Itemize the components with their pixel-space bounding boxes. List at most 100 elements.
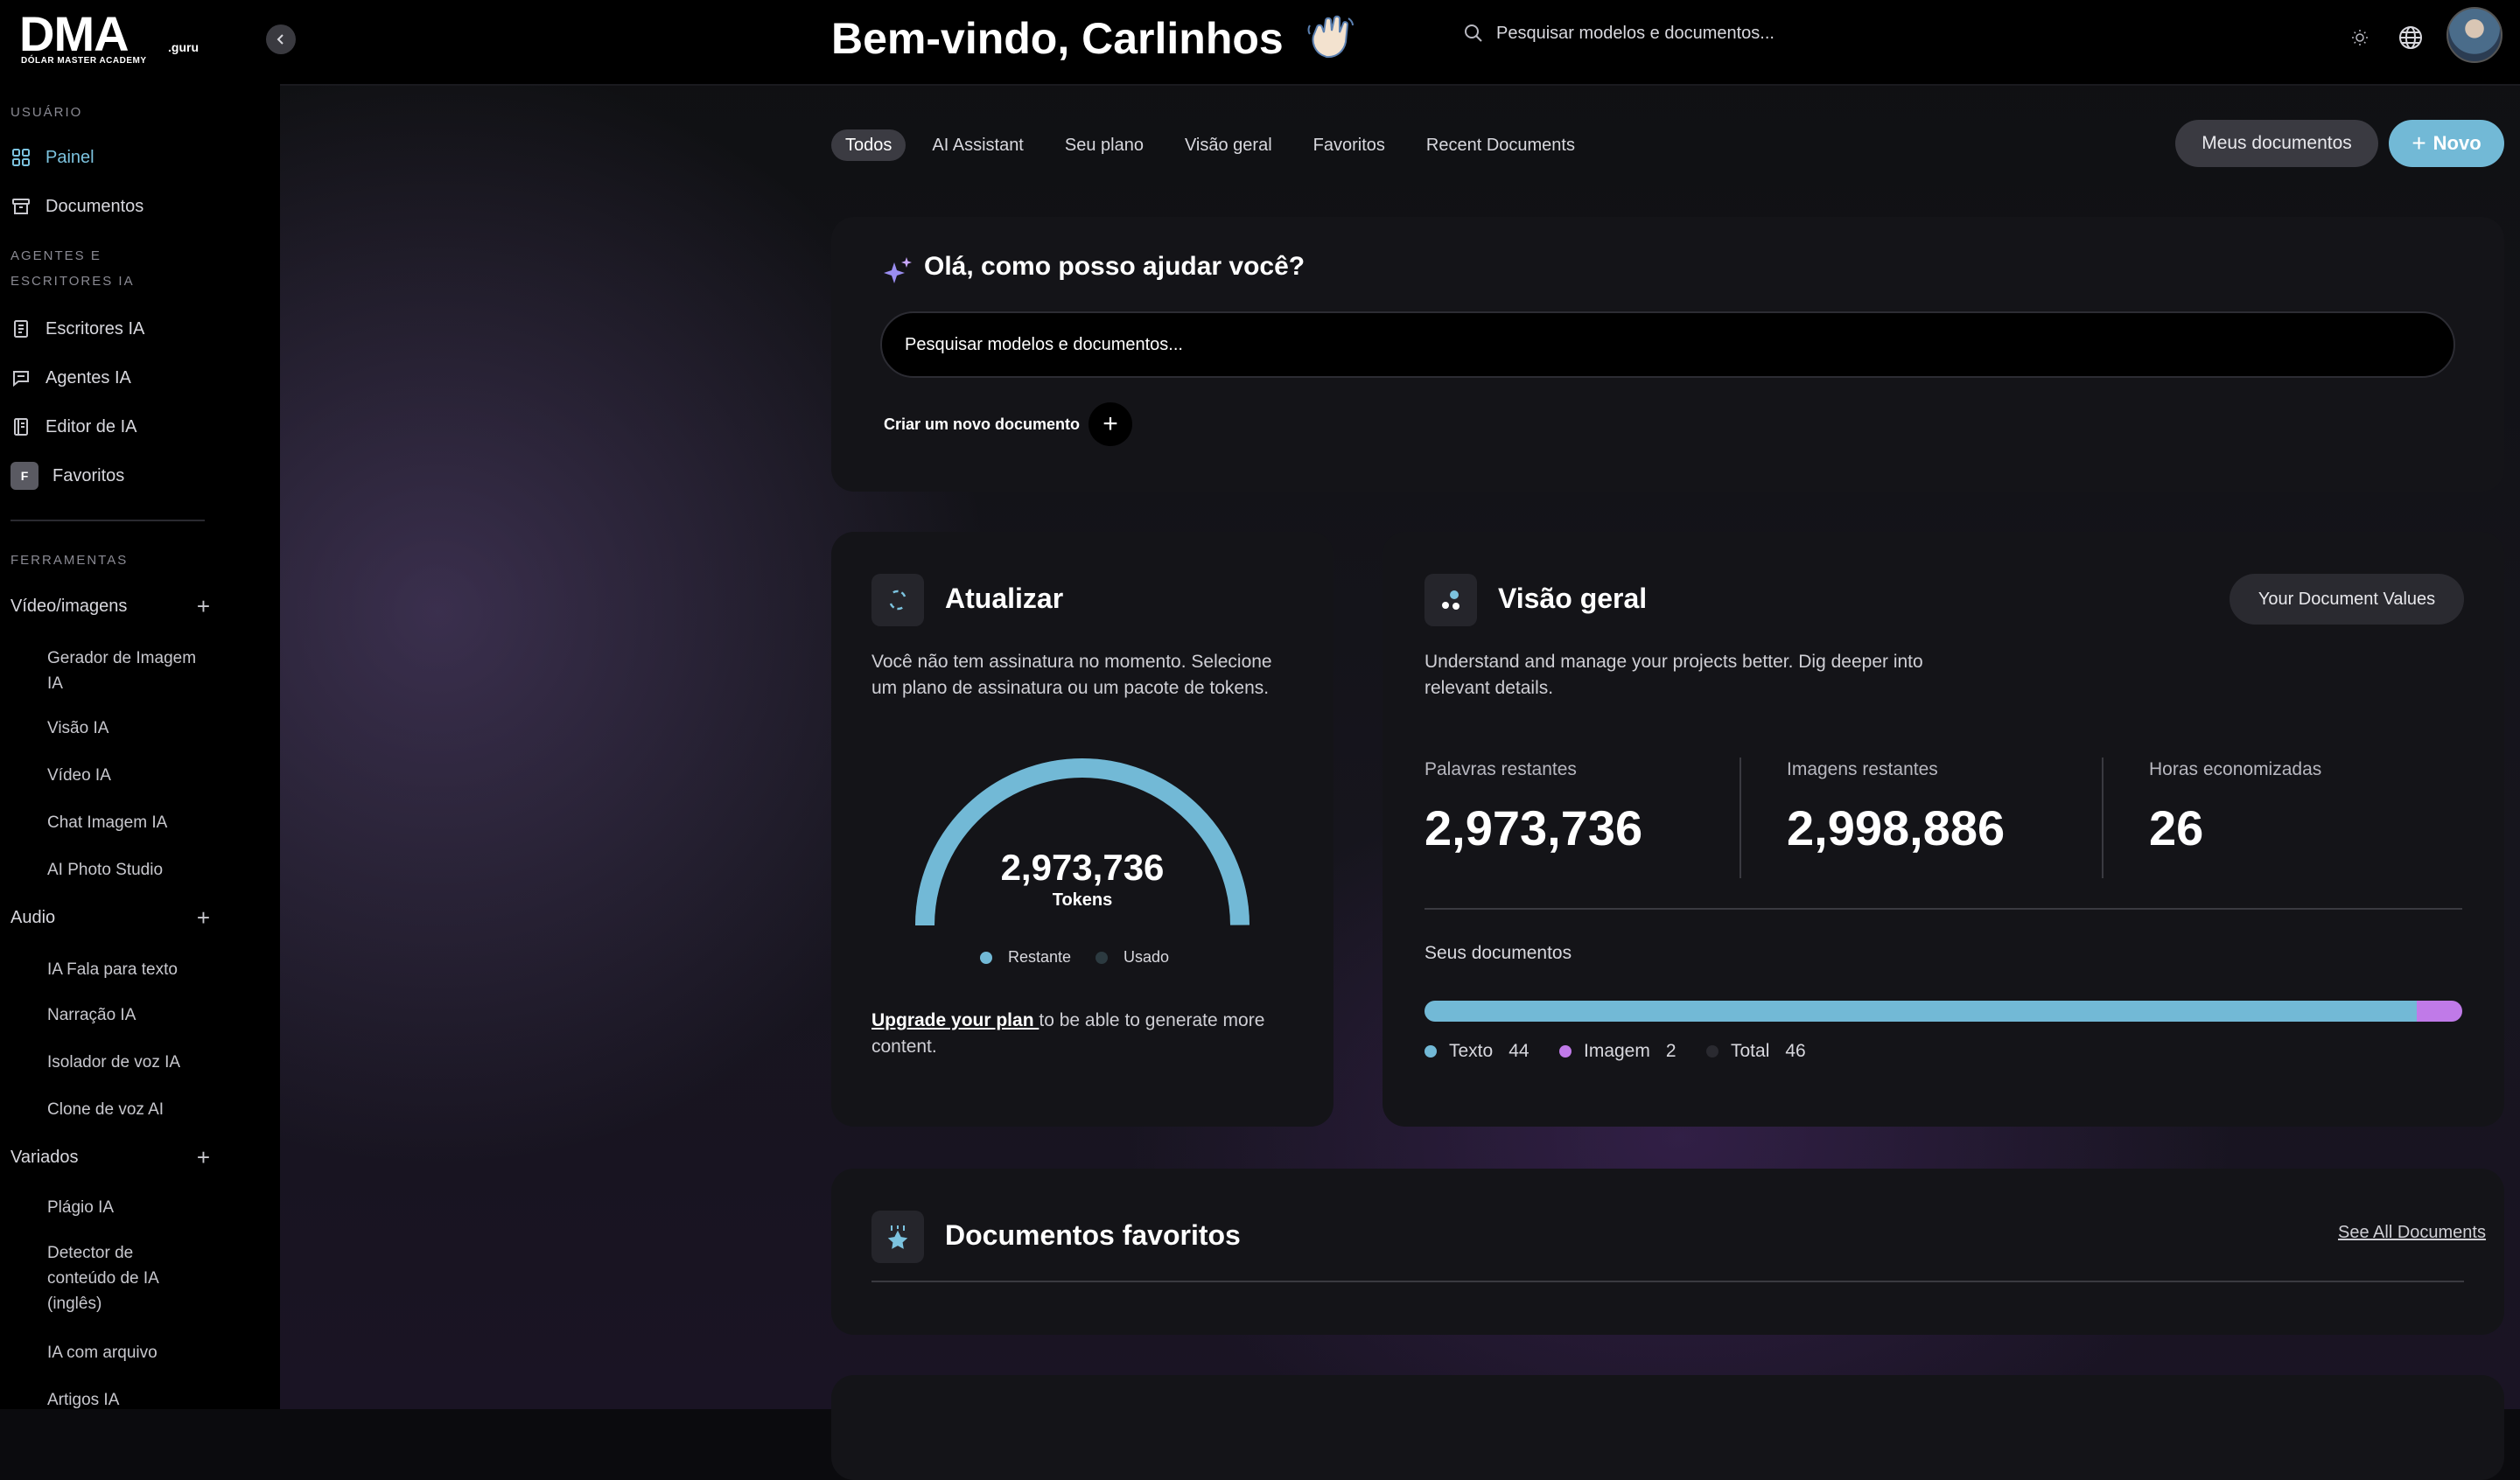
favorites-card: Documentos favoritos See All Documents bbox=[831, 1169, 2504, 1335]
tab-ai-assistant[interactable]: AI Assistant bbox=[932, 129, 1024, 161]
refresh-icon bbox=[872, 574, 924, 626]
stat-label-horas: Horas economizadas bbox=[2149, 759, 2322, 779]
expand-plus-icon[interactable]: + bbox=[197, 593, 210, 620]
sidebar-item-agentes[interactable]: Agentes IA bbox=[10, 360, 131, 395]
sidebar-item-label: Escritores IA bbox=[46, 318, 145, 339]
sidebar-subitem[interactable]: Chat Imagem IA bbox=[47, 810, 205, 835]
assistant-input-placeholder: Pesquisar modelos e documentos... bbox=[905, 334, 1183, 354]
section-label-tools: FERRAMENTAS bbox=[10, 553, 129, 568]
sidebar-subitem[interactable]: Gerador de Imagem IA bbox=[47, 646, 205, 696]
collapse-sidebar-button[interactable] bbox=[266, 24, 296, 54]
assistant-title: Olá, como posso ajudar você? bbox=[924, 252, 1306, 281]
group-video-imagens[interactable]: Vídeo/imagens + bbox=[10, 593, 210, 620]
sidebar-item-painel[interactable]: Painel bbox=[10, 140, 94, 175]
sidebar-subitem[interactable]: Plágio IA bbox=[47, 1195, 205, 1220]
sidebar-item-label: Favoritos bbox=[52, 465, 125, 485]
docs-label: Seus documentos bbox=[1424, 943, 1572, 963]
expand-plus-icon[interactable]: + bbox=[197, 904, 210, 932]
plus-icon: + bbox=[1102, 409, 1118, 438]
sidebar-subitem[interactable]: Detector de conteúdo de IA (inglês) bbox=[47, 1240, 205, 1316]
tab-todos[interactable]: Todos bbox=[831, 129, 906, 161]
sidebar-subitem[interactable]: IA com arquivo bbox=[47, 1340, 205, 1365]
brand-suffix: .guru bbox=[168, 40, 199, 54]
global-search[interactable]: Pesquisar modelos e documentos... bbox=[1463, 23, 1774, 44]
brand-tagline: DÓLAR MASTER ACADEMY bbox=[21, 56, 147, 66]
legend-count: 44 bbox=[1508, 1041, 1530, 1061]
sidebar-subitem[interactable]: IA Fala para texto bbox=[47, 957, 205, 982]
legend-label: Usado bbox=[1124, 948, 1170, 966]
sidebar-subitem[interactable]: Clone de voz AI bbox=[47, 1097, 205, 1122]
group-label: Variados bbox=[10, 1148, 79, 1167]
expand-plus-icon[interactable]: + bbox=[197, 1144, 210, 1171]
stat-divider bbox=[2102, 757, 2104, 878]
tab-favoritos[interactable]: Favoritos bbox=[1313, 129, 1385, 161]
my-documents-button[interactable]: Meus documentos bbox=[2175, 120, 2378, 167]
grid-icon bbox=[10, 147, 32, 168]
favorite-badge-icon bbox=[872, 1211, 924, 1263]
section-label-user: USUÁRIO bbox=[10, 105, 83, 120]
tab-visao-geral[interactable]: Visão geral bbox=[1185, 129, 1272, 161]
brand-logo[interactable]: DMA .guru DÓLAR MASTER ACADEMY bbox=[19, 10, 203, 66]
legend-dot bbox=[1096, 951, 1108, 964]
overview-card: Visão geral Your Document Values Underst… bbox=[1382, 532, 2504, 1127]
legend-count: 2 bbox=[1665, 1041, 1676, 1061]
gauge-value: 2,973,736 bbox=[1000, 847, 1165, 888]
stat-divider bbox=[1740, 757, 1741, 878]
sidebar-subitem[interactable]: Visão IA bbox=[47, 716, 205, 741]
plus-icon: + bbox=[2412, 129, 2426, 157]
archive-icon bbox=[10, 196, 32, 217]
assistant-search-input[interactable]: Pesquisar modelos e documentos... bbox=[880, 311, 2455, 378]
next-card bbox=[831, 1375, 2504, 1480]
gauge-legend-remaining: Restante bbox=[980, 948, 1071, 967]
upgrade-card: Atualizar Você não tem assinatura no mom… bbox=[831, 532, 1334, 1127]
new-button[interactable]: + Novo bbox=[2389, 120, 2504, 167]
upgrade-title: Atualizar bbox=[945, 583, 1064, 614]
sidebar-item-editor[interactable]: Editor de IA bbox=[10, 409, 137, 444]
upgrade-description: Você não tem assinatura no momento. Sele… bbox=[872, 652, 1272, 698]
stat-value-imagens: 2,998,886 bbox=[1787, 800, 2006, 855]
upgrade-plan-link[interactable]: Upgrade your plan bbox=[872, 1010, 1039, 1030]
legend-label: Texto bbox=[1449, 1041, 1494, 1061]
top-bar bbox=[280, 0, 2520, 86]
group-audio[interactable]: Audio + bbox=[10, 904, 210, 932]
upgrade-text: Upgrade your plan to be able to generate… bbox=[872, 1008, 1309, 1060]
favorites-divider bbox=[872, 1281, 2464, 1282]
sidebar-item-escritores[interactable]: Escritores IA bbox=[10, 311, 144, 346]
sidebar: DMA .guru DÓLAR MASTER ACADEMY USUÁRIO P… bbox=[0, 0, 280, 1409]
sidebar-item-favoritos[interactable]: F Favoritos bbox=[10, 458, 124, 493]
documents-bar bbox=[1424, 1001, 2462, 1022]
waving-hand-icon bbox=[1307, 15, 1354, 59]
sidebar-divider bbox=[10, 520, 205, 521]
new-button-label: Novo bbox=[2432, 132, 2482, 154]
create-document-button[interactable]: + bbox=[1088, 402, 1133, 446]
create-document-row[interactable]: Criar um novo documento + bbox=[884, 402, 1133, 446]
sidebar-subitem[interactable]: Narração IA bbox=[47, 1002, 205, 1028]
document-values-button[interactable]: Your Document Values bbox=[2230, 574, 2464, 625]
user-avatar[interactable] bbox=[2446, 7, 2502, 63]
sidebar-subitem[interactable]: Isolador de voz IA bbox=[47, 1050, 205, 1075]
group-variados[interactable]: Variados + bbox=[10, 1144, 210, 1171]
globe-icon bbox=[2399, 26, 2422, 49]
stat-label-palavras: Palavras restantes bbox=[1424, 759, 1577, 779]
theme-toggle-button[interactable] bbox=[2347, 24, 2373, 51]
language-button[interactable] bbox=[2398, 24, 2424, 51]
overview-title: Visão geral bbox=[1498, 583, 1648, 614]
see-all-documents-link[interactable]: See All Documents bbox=[2338, 1223, 2486, 1243]
tab-seu-plano[interactable]: Seu plano bbox=[1065, 129, 1144, 161]
document-icon bbox=[10, 318, 32, 339]
legend-count: 46 bbox=[1785, 1041, 1806, 1061]
legend-dot bbox=[1706, 1045, 1718, 1058]
overview-divider bbox=[1424, 908, 2462, 910]
sidebar-subitem[interactable]: Vídeo IA bbox=[47, 763, 205, 788]
sidebar-item-documentos[interactable]: Documentos bbox=[10, 189, 144, 224]
editor-icon bbox=[10, 416, 32, 437]
section-label-agents: AGENTES E ESCRITORES IA bbox=[10, 248, 135, 289]
tab-recent-documents[interactable]: Recent Documents bbox=[1426, 129, 1575, 161]
bar-segment-texto bbox=[1424, 1001, 2418, 1022]
stat-value-horas: 26 bbox=[2149, 800, 2204, 855]
legend-total: Total 46 bbox=[1706, 1041, 1806, 1062]
sidebar-item-label: Documentos bbox=[46, 196, 144, 216]
welcome-text: Bem-vindo, Carlinhos bbox=[831, 14, 1284, 63]
legend-label: Total bbox=[1731, 1041, 1770, 1061]
sidebar-subitem[interactable]: AI Photo Studio bbox=[47, 857, 205, 883]
